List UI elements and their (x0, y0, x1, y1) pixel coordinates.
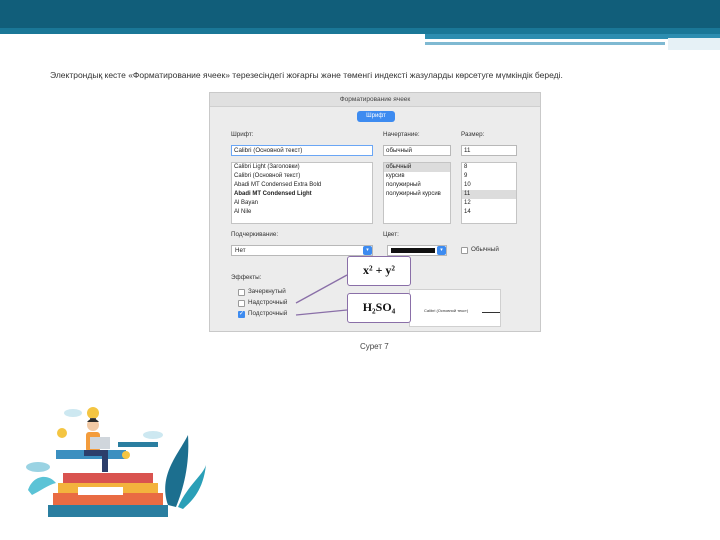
figure-caption: Сурет 7 (360, 342, 389, 351)
subscript-callout: H₂SO₄ (347, 293, 411, 323)
superscript-callout: x² + y² (347, 256, 411, 286)
reading-person-illustration (26, 407, 206, 517)
